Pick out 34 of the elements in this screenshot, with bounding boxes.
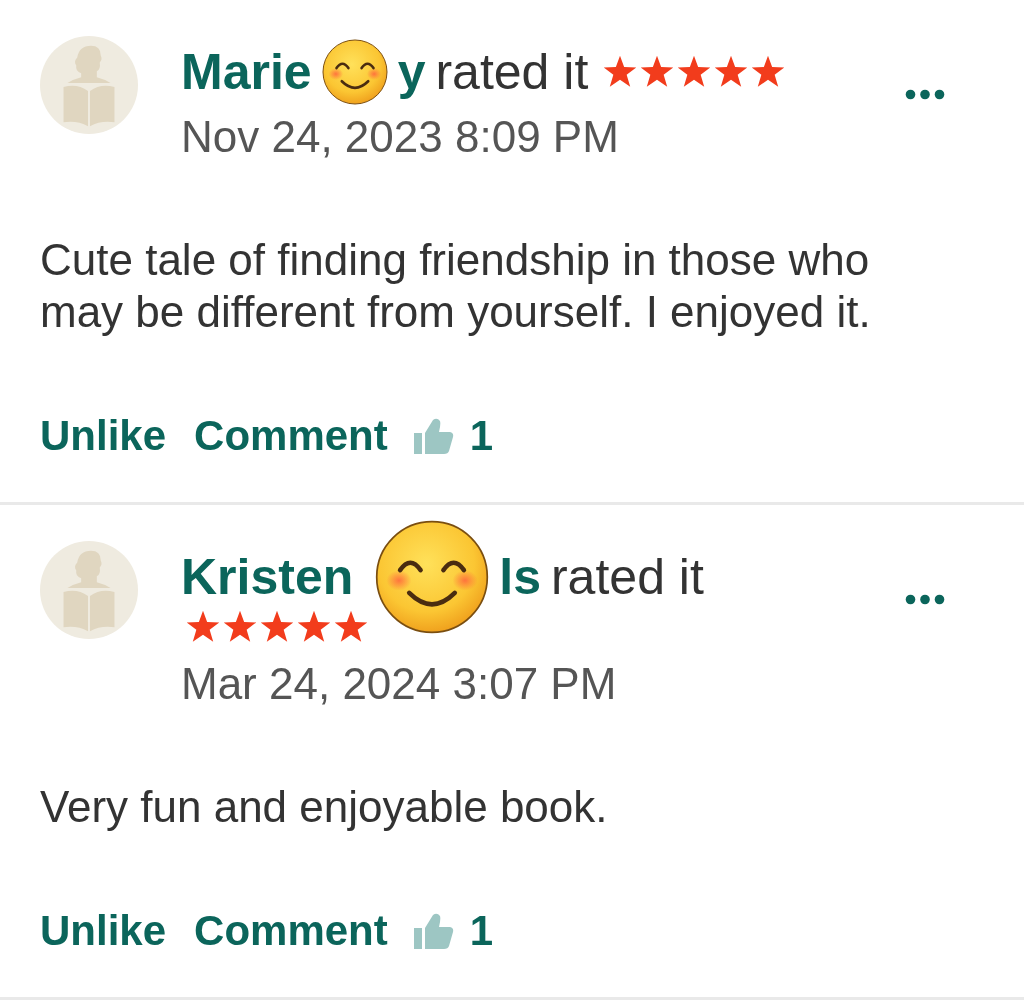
reviewer-name[interactable]: Marie (181, 43, 312, 101)
rating-verb: rated it (435, 43, 589, 101)
star-icon (676, 55, 713, 89)
star-icon (639, 55, 676, 89)
reviewer-name[interactable]: ls (499, 548, 541, 606)
like-count: 1 (469, 906, 494, 956)
avatar-icon[interactable] (40, 36, 138, 134)
star-icon (750, 55, 787, 89)
like-count: 1 (469, 411, 494, 461)
avatar-icon[interactable] (40, 541, 138, 639)
star-icon (713, 55, 750, 89)
smiling-face-icon (321, 39, 388, 105)
star-icon (333, 610, 369, 644)
unlike-link[interactable]: Unlike (40, 410, 167, 462)
unlike-link[interactable]: Unlike (40, 905, 167, 957)
more-icon[interactable] (905, 89, 945, 100)
review-text: Cute tale of finding friendship in those who may be different from yourself. I enjoyed it. (39, 234, 872, 338)
review-date: Mar 24, 2024 3:07 PM (181, 658, 618, 710)
more-icon[interactable] (905, 594, 945, 605)
star-icon (185, 610, 221, 644)
review-date: Nov 24, 2023 8:09 PM (181, 111, 620, 163)
review-text: Very fun and enjoyable book. (39, 781, 609, 833)
reviewer-name[interactable]: y (397, 43, 426, 101)
reviewer-name[interactable]: Kristen (181, 548, 354, 606)
star-icon (222, 610, 258, 644)
star-icon (602, 55, 639, 89)
thumbs-up-icon[interactable] (413, 418, 454, 454)
comment-link[interactable]: Comment (194, 410, 388, 462)
star-icon (296, 610, 332, 644)
rating-verb: rated it (550, 548, 704, 606)
thumbs-up-icon[interactable] (413, 913, 454, 949)
smiling-face-icon (375, 520, 490, 634)
comment-link[interactable]: Comment (194, 905, 388, 957)
star-icon (259, 610, 295, 644)
